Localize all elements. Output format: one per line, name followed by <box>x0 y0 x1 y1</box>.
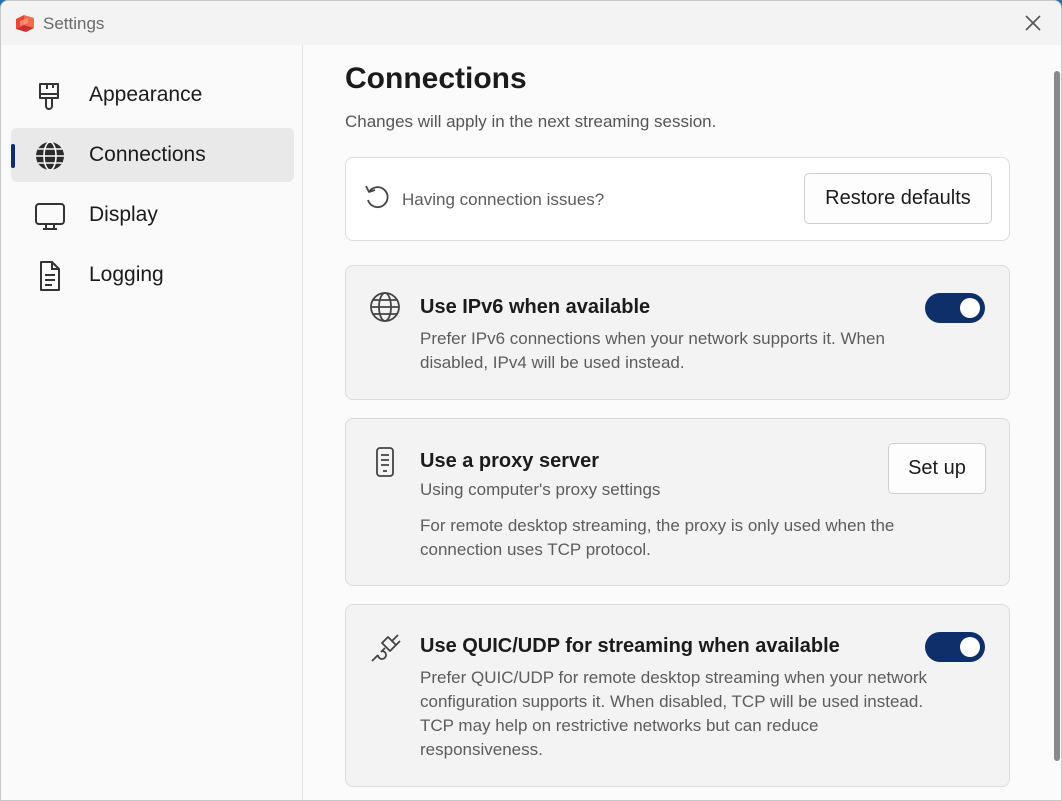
paintbrush-icon <box>39 83 59 110</box>
sidebar-item-label: Appearance <box>89 83 203 106</box>
title-bar: Settings <box>1 1 1061 45</box>
globe-icon <box>370 292 400 322</box>
window-title: Settings <box>43 14 105 33</box>
page-subtitle: Changes will apply in the next streaming… <box>345 112 717 131</box>
settings-window: Settings Appearance Connections Display … <box>0 0 1062 801</box>
quic-title: Use QUIC/UDP for streaming when availabl… <box>420 635 840 657</box>
restore-defaults-button[interactable]: Restore defaults <box>804 173 992 224</box>
sidebar-item-label: Display <box>89 203 158 226</box>
close-icon <box>1025 15 1041 31</box>
monitor-icon <box>35 203 65 230</box>
sidebar-item-appearance[interactable]: Appearance <box>11 68 294 122</box>
quic-udp-card: Use QUIC/UDP for streaming when availabl… <box>345 604 1010 787</box>
sidebar-item-logging[interactable]: Logging <box>11 248 294 302</box>
page-title: Connections <box>345 62 527 95</box>
server-icon <box>376 447 394 477</box>
proxy-title: Use a proxy server <box>420 450 600 472</box>
scrollbar[interactable] <box>1054 71 1060 761</box>
active-indicator <box>11 144 15 168</box>
main-panel: Connections Changes will apply in the ne… <box>303 45 1061 800</box>
app-logo-icon <box>16 15 34 32</box>
quic-toggle[interactable] <box>925 632 985 662</box>
sidebar: Appearance Connections Display Logging <box>1 45 303 800</box>
toggle-knob <box>960 298 980 318</box>
proxy-server-card: Use a proxy server Using computer's prox… <box>345 418 1010 586</box>
document-icon <box>40 261 60 291</box>
ipv6-description: Prefer IPv6 connections when your networ… <box>420 329 885 372</box>
sidebar-item-label: Connections <box>89 143 206 166</box>
globe-icon <box>36 141 64 171</box>
plug-icon <box>371 634 401 662</box>
ipv6-card: Use IPv6 when available Prefer IPv6 conn… <box>345 265 1010 400</box>
toggle-knob <box>960 637 980 657</box>
proxy-status: Using computer's proxy settings <box>420 480 661 499</box>
ipv6-toggle[interactable] <box>925 293 985 323</box>
ipv6-title: Use IPv6 when available <box>420 296 651 318</box>
proxy-setup-button[interactable]: Set up <box>888 443 986 494</box>
proxy-description: For remote desktop streaming, the proxy … <box>420 516 895 559</box>
sidebar-item-label: Logging <box>89 263 164 286</box>
close-button[interactable] <box>1013 5 1053 41</box>
connection-issues-text: Having connection issues? <box>402 190 605 209</box>
quic-description: Prefer QUIC/UDP for remote desktop strea… <box>420 668 928 759</box>
restore-defaults-card: Having connection issues? Restore defaul… <box>345 157 1010 241</box>
sidebar-item-connections[interactable]: Connections <box>11 128 294 182</box>
sidebar-item-display[interactable]: Display <box>11 188 294 242</box>
undo-icon <box>365 185 389 209</box>
